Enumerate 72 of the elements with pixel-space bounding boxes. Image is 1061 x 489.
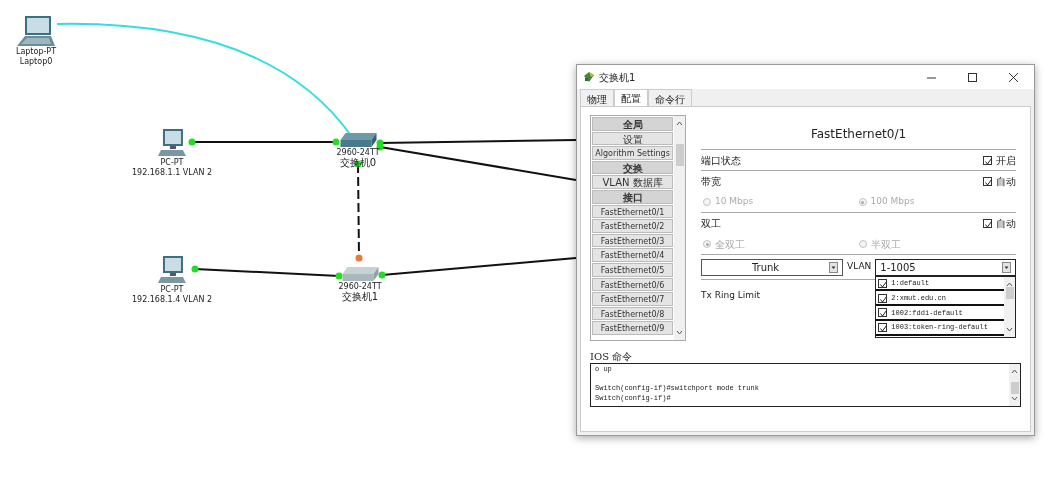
checkbox[interactable] bbox=[878, 293, 888, 303]
switch-icon[interactable] bbox=[341, 266, 379, 282]
laptop-icon[interactable] bbox=[15, 15, 57, 47]
field-label: VLAN bbox=[847, 260, 872, 274]
radio-label: 100 Mbps bbox=[870, 195, 915, 209]
device-name: 交换机0 bbox=[339, 158, 377, 168]
sidebar-item[interactable]: FastEthernet0/9 bbox=[592, 321, 674, 335]
scroll-thumb[interactable] bbox=[1005, 286, 1014, 299]
checkbox[interactable] bbox=[878, 308, 888, 318]
section-header[interactable]: 交换 bbox=[592, 160, 674, 175]
sidebar-item[interactable]: 设置 bbox=[592, 131, 674, 146]
device-model: 2960-24TT bbox=[338, 282, 382, 291]
sidebar-item[interactable]: FastEthernet0/8 bbox=[592, 306, 674, 321]
scroll-down-icon[interactable] bbox=[676, 330, 684, 336]
section-header[interactable]: 全局 bbox=[592, 117, 674, 131]
sidebar-item[interactable]: FastEthernet0/7 bbox=[592, 292, 674, 306]
field-label: Tx Ring Limit bbox=[701, 289, 761, 303]
switch-icon[interactable] bbox=[339, 132, 377, 148]
device-name: 交换机1 bbox=[341, 292, 379, 302]
scrollbar[interactable] bbox=[1004, 276, 1015, 337]
checkbox-label: 开启 bbox=[996, 153, 1016, 168]
close-icon[interactable] bbox=[1009, 72, 1018, 82]
field-label: 端口状态 bbox=[701, 153, 741, 168]
device-icon bbox=[583, 71, 595, 83]
radio-label: 半双工 bbox=[870, 237, 901, 252]
scroll-up-icon[interactable] bbox=[1011, 368, 1018, 374]
checkbox[interactable] bbox=[878, 323, 888, 333]
scroll-thumb[interactable] bbox=[1010, 382, 1019, 394]
radio-label: 全双工 bbox=[715, 237, 745, 252]
field-label: 双工 bbox=[701, 217, 721, 231]
sidebar-item[interactable]: FastEthernet0/1 bbox=[592, 204, 674, 219]
tab[interactable]: 配置 bbox=[614, 89, 648, 106]
checkbox[interactable] bbox=[983, 219, 992, 228]
scroll-up-icon[interactable] bbox=[676, 120, 684, 126]
scroll-thumb[interactable] bbox=[675, 144, 684, 166]
maximize-icon[interactable] bbox=[968, 72, 977, 82]
radio-label: 10 Mbps bbox=[715, 195, 754, 209]
computer-icon[interactable] bbox=[157, 255, 187, 285]
device-model: PC-PT bbox=[160, 158, 184, 168]
device-model: PC-PT bbox=[160, 285, 184, 295]
scroll-down-icon[interactable] bbox=[1011, 396, 1018, 402]
scroll-down-icon[interactable] bbox=[1006, 326, 1013, 333]
sidebar-item[interactable]: Algorithm Settings bbox=[592, 146, 674, 160]
sidebar-item[interactable]: FastEthernet0/4 bbox=[592, 248, 674, 262]
device-model: 2960-24TT bbox=[336, 148, 380, 157]
computer-icon[interactable] bbox=[157, 128, 187, 158]
device-name: 192.168.1.1 VLAN 2 bbox=[131, 168, 213, 178]
sidebar-item[interactable]: FastEthernet0/2 bbox=[592, 219, 674, 233]
checkbox[interactable] bbox=[983, 177, 992, 186]
window-title: 交换机1 bbox=[599, 70, 637, 85]
sidebar-item[interactable]: FastEthernet0/3 bbox=[592, 233, 674, 248]
mode-dropdown[interactable]: Trunk bbox=[701, 258, 843, 276]
sidebar-item[interactable]: FastEthernet0/6 bbox=[592, 277, 674, 292]
field-label: 带宽 bbox=[701, 175, 721, 189]
sidebar-item[interactable]: FastEthernet0/5 bbox=[592, 262, 674, 277]
scroll-up-icon[interactable] bbox=[1006, 280, 1013, 287]
scrollbar[interactable] bbox=[1009, 364, 1020, 406]
sidebar-item[interactable]: VLAN 数据库 bbox=[592, 175, 674, 189]
checkbox[interactable] bbox=[878, 278, 888, 288]
tab[interactable]: 命令行 bbox=[648, 89, 692, 106]
checkbox-label: 自动 bbox=[996, 175, 1016, 189]
checkbox[interactable] bbox=[983, 155, 992, 165]
scrollbar[interactable] bbox=[674, 116, 685, 340]
checkbox-label: 自动 bbox=[996, 217, 1016, 231]
device-name: 192.168.1.4 VLAN 2 bbox=[131, 295, 213, 305]
device-model: Laptop-PT bbox=[15, 47, 57, 57]
section-header[interactable]: 接口 bbox=[592, 189, 674, 204]
tab[interactable]: 物理 bbox=[580, 89, 614, 106]
vlan-dropdown[interactable]: 1-1005 bbox=[875, 258, 1016, 276]
section-title: IOS 命令 bbox=[590, 350, 634, 363]
panel-title: FastEthernet0/1 bbox=[701, 115, 1016, 150]
device-name: Laptop0 bbox=[19, 57, 53, 67]
